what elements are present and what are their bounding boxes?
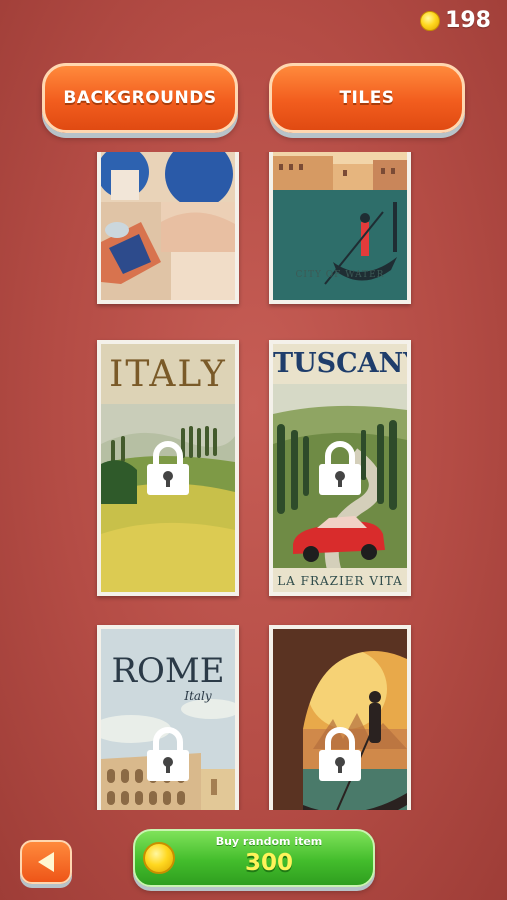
rome-poster: ROME Italy: [101, 629, 235, 810]
venice-poster: CITY OF WATER: [273, 152, 407, 300]
tab-backgrounds[interactable]: BACKGROUNDS: [42, 63, 238, 133]
italy-poster: ITALY: [101, 344, 235, 592]
coin-balance: 198: [420, 8, 491, 33]
tab-tiles-label: TILES: [339, 88, 395, 108]
rome-title: ROME: [111, 651, 225, 691]
buy-random-item-label: Buy random item: [215, 835, 323, 848]
item-card-rome[interactable]: ROME Italy: [97, 625, 239, 810]
lock-icon: [147, 441, 189, 495]
gondolier-poster: [273, 629, 407, 810]
item-card-tuscany[interactable]: TUSCANY LA FRAZIER VITA: [269, 340, 411, 596]
tuscany-title: TUSCANY: [273, 348, 407, 379]
item-card-italy[interactable]: ITALY: [97, 340, 239, 596]
item-card-venice[interactable]: CITY OF WATER: [269, 152, 411, 304]
coin-icon: [420, 10, 441, 31]
item-grid: CITY OF WATER ITALY TUSCAN LA FRAZIER VI…: [0, 152, 507, 810]
arrow-left-icon: [38, 852, 54, 872]
santorini-poster: [101, 152, 235, 300]
item-card-santorini[interactable]: [97, 152, 239, 304]
rome-subtitle: Italy: [184, 689, 212, 703]
buy-random-item-button[interactable]: Buy random item 300: [133, 829, 375, 887]
buy-random-item-price: 300: [244, 850, 293, 876]
lock-icon: [147, 727, 189, 781]
coin-count: 198: [445, 8, 491, 33]
tab-backgrounds-label: BACKGROUNDS: [63, 88, 217, 108]
back-button[interactable]: [20, 840, 72, 884]
item-card-gondolier[interactable]: [269, 625, 411, 810]
lock-icon: [319, 441, 361, 495]
venice-caption: CITY OF WATER: [295, 270, 385, 280]
tuscany-poster: TUSCANY LA FRAZIER VITA: [273, 344, 407, 592]
lock-icon: [319, 727, 361, 781]
tab-tiles[interactable]: TILES: [269, 63, 465, 133]
coin-icon: [143, 842, 175, 874]
italy-title: ITALY: [109, 354, 227, 395]
tuscany-caption: LA FRAZIER VITA: [277, 574, 403, 588]
